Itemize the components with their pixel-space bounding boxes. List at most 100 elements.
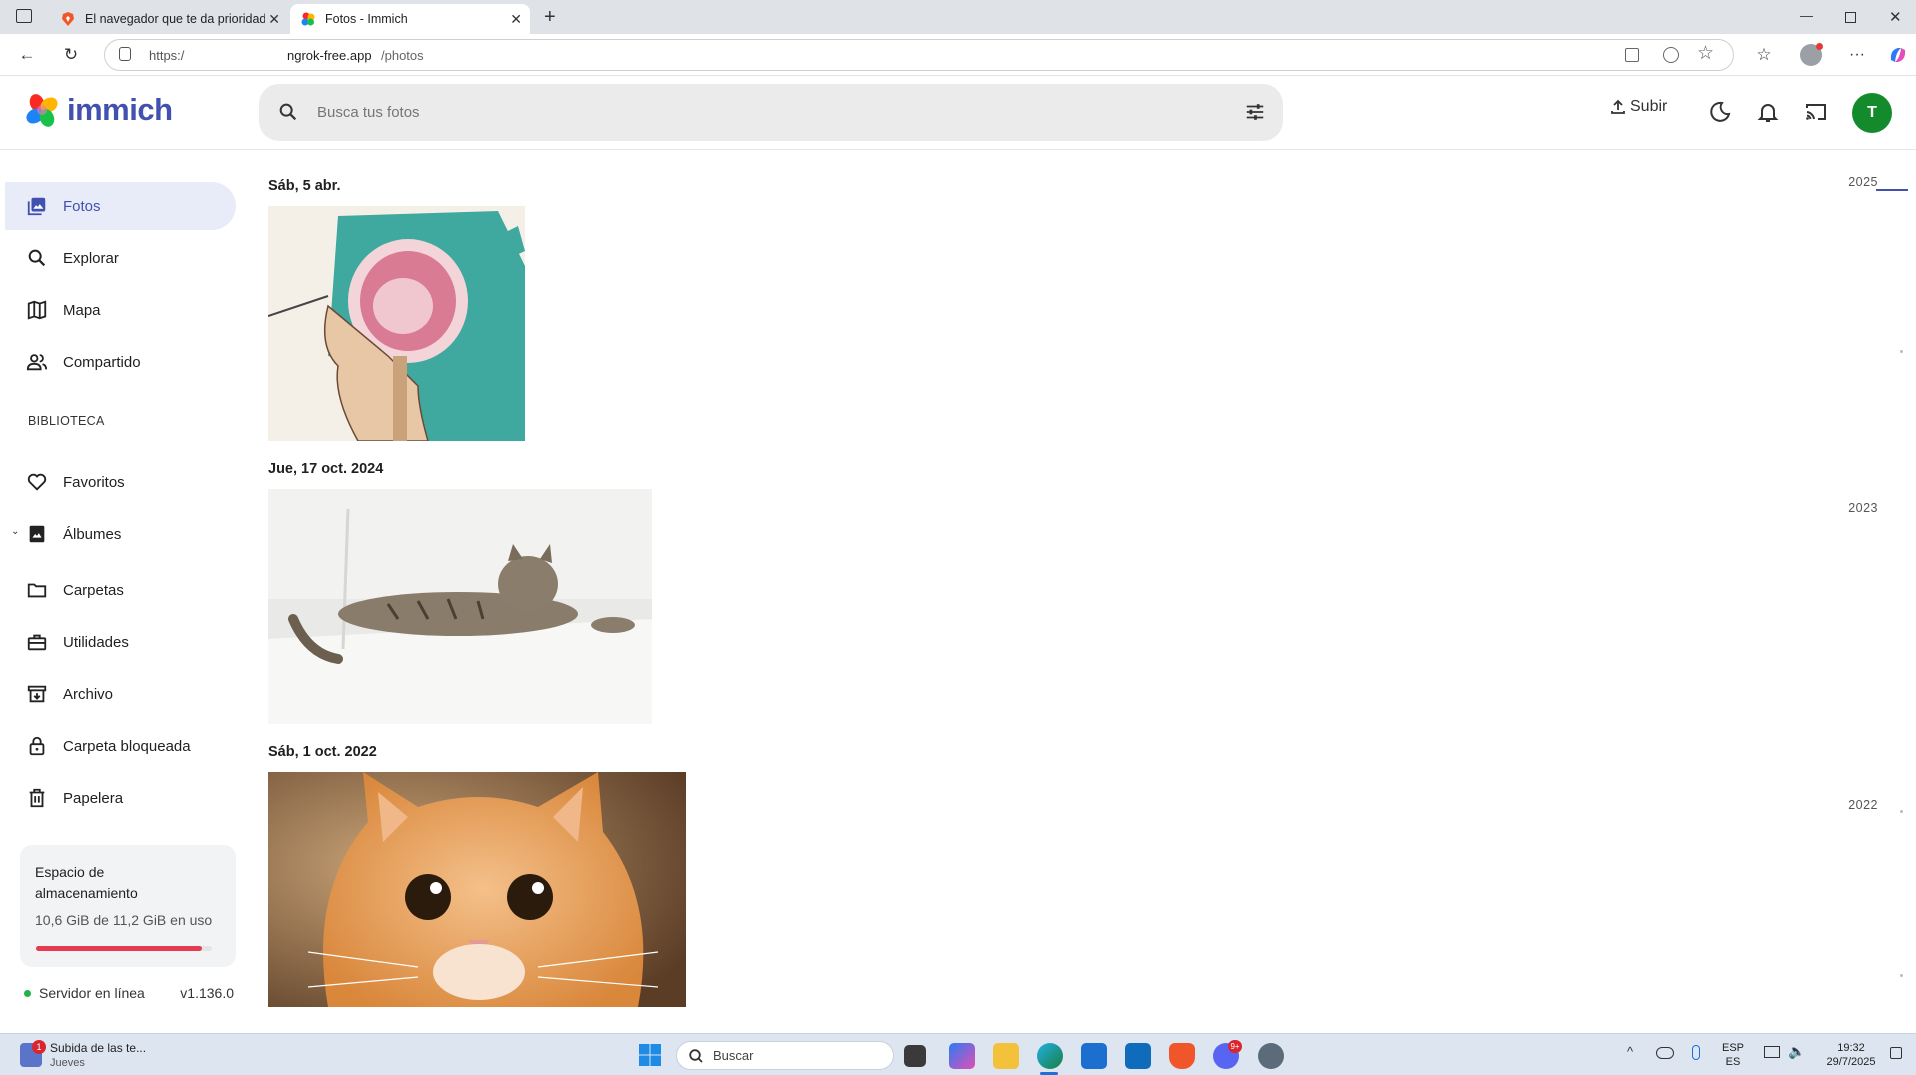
close-tab-icon[interactable]: ✕ <box>268 11 280 28</box>
windows-start-icon[interactable] <box>638 1043 662 1067</box>
photo-thumbnail[interactable] <box>268 489 652 724</box>
app-install-icon[interactable] <box>1625 48 1639 62</box>
copilot-app-icon[interactable] <box>949 1043 975 1069</box>
search-bar[interactable] <box>259 84 1283 141</box>
site-info-icon[interactable] <box>119 47 131 61</box>
sidebar-item-albumes[interactable]: Álbumes <box>5 510 236 558</box>
sidebar-item-papelera[interactable]: Papelera <box>5 774 236 822</box>
sidebar-item-label: Compartido <box>63 353 141 371</box>
upload-button[interactable]: Subir <box>1610 98 1667 116</box>
storage-card[interactable]: Espacio de almacenamiento 10,6 GiB de 11… <box>20 845 236 967</box>
windows-taskbar: 1 Subida de las te... Jueves Buscar 9+ ^… <box>0 1033 1916 1075</box>
user-avatar[interactable]: T <box>1852 93 1892 133</box>
date-group-header[interactable]: Jue, 17 oct. 2024 <box>268 461 383 477</box>
timeline-year-label[interactable]: 2022 <box>1848 798 1878 812</box>
date-group-header[interactable]: Sáb, 5 abr. <box>268 178 341 194</box>
photo-thumbnail[interactable] <box>268 772 686 1007</box>
sidebar-item-carpeta-bloqueada[interactable]: Carpeta bloqueada <box>5 722 236 770</box>
sidebar-item-explorar[interactable]: Explorar <box>5 234 236 282</box>
server-version: v1.136.0 <box>180 985 234 1001</box>
copilot-icon[interactable] <box>1887 44 1909 66</box>
brave-lion-icon <box>62 12 74 26</box>
volume-icon[interactable]: 🔈 <box>1788 1043 1805 1060</box>
sidebar-item-utilidades[interactable]: Utilidades <box>5 618 236 666</box>
timeline-scrubber-indicator[interactable] <box>1876 189 1908 191</box>
tab-immich[interactable]: Fotos - Immich ✕ <box>290 4 530 34</box>
folder-icon <box>27 583 47 598</box>
tab-title: Fotos - Immich <box>325 12 408 26</box>
close-window-icon[interactable]: ✕ <box>1889 8 1902 26</box>
sidebar-item-label: Archivo <box>63 685 114 703</box>
microphone-icon[interactable] <box>1692 1045 1700 1060</box>
sidebar-item-label: Carpetas <box>63 581 124 599</box>
minimize-icon[interactable]: — <box>1800 8 1813 23</box>
favorite-star-icon[interactable]: ☆ <box>1697 42 1714 65</box>
search-input[interactable] <box>317 98 1117 126</box>
sidebar-item-fotos[interactable]: Fotos <box>5 182 236 230</box>
trash-icon <box>29 788 45 808</box>
sidebar-item-compartido[interactable]: Compartido <box>5 338 236 386</box>
notification-center-icon[interactable] <box>1890 1047 1902 1059</box>
input-language[interactable]: ESP ES <box>1722 1041 1744 1069</box>
notification-title[interactable]: Subida de las te... <box>50 1041 146 1055</box>
search-icon[interactable] <box>277 101 299 123</box>
dark-mode-icon[interactable] <box>1708 100 1732 124</box>
cast-icon[interactable] <box>1804 100 1828 124</box>
heart-icon <box>27 473 47 491</box>
online-dot-icon <box>24 989 31 997</box>
storage-title: Espacio de almacenamiento <box>35 864 138 901</box>
profile-alert-dot <box>1816 43 1823 50</box>
close-tab-icon[interactable]: ✕ <box>510 11 522 28</box>
sidebar-item-mapa[interactable]: Mapa <box>5 286 236 334</box>
clock[interactable]: 19:32 29/7/2025 <box>1818 1041 1884 1069</box>
timeline-year-label[interactable]: 2023 <box>1848 501 1878 515</box>
notification-bell-icon[interactable] <box>1756 100 1780 124</box>
storage-bar-fill <box>36 946 203 951</box>
new-tab-icon[interactable]: + <box>544 6 556 29</box>
photo-thumbnail[interactable] <box>268 206 525 441</box>
archive-icon <box>27 685 47 703</box>
album-icon <box>29 525 45 543</box>
filter-tune-icon[interactable] <box>1244 101 1266 123</box>
orange-cat-closeup <box>268 772 686 1007</box>
sidebar-item-archivo[interactable]: Archivo <box>5 670 236 718</box>
toolbox-icon <box>27 634 47 651</box>
notification-subtitle: Jueves <box>50 1057 85 1069</box>
date-group-header[interactable]: Sáb, 1 oct. 2022 <box>268 744 377 760</box>
taskbar-search[interactable]: Buscar <box>676 1041 894 1070</box>
tab-actions-icon[interactable] <box>16 9 32 23</box>
ms-store-icon[interactable] <box>1081 1043 1107 1069</box>
sidebar-item-favoritos[interactable]: Favoritos <box>5 458 236 506</box>
network-icon[interactable] <box>1764 1046 1780 1058</box>
immich-logo-icon[interactable] <box>24 92 60 128</box>
file-explorer-icon[interactable] <box>993 1043 1019 1069</box>
settings-gear-icon[interactable] <box>1258 1043 1284 1069</box>
more-icon[interactable]: ··· <box>1846 44 1868 66</box>
reader-icon[interactable] <box>1663 47 1679 63</box>
sidebar-item-label: Utilidades <box>63 633 129 651</box>
photos-icon <box>27 197 46 216</box>
task-view-icon[interactable] <box>904 1045 926 1067</box>
favorites-icon[interactable]: ☆ <box>1753 44 1775 66</box>
sidebar-item-carpetas[interactable]: Carpetas <box>5 566 236 614</box>
tab-brave[interactable]: El navegador que te da prioridad ✕ <box>48 4 288 34</box>
brain-illustration <box>268 206 525 441</box>
notification-badge: 1 <box>32 1040 46 1054</box>
url-field[interactable]: https:/ ngrok-free.app /photos ☆ <box>104 39 1734 71</box>
lock-icon <box>29 736 45 756</box>
map-icon <box>27 300 47 320</box>
brave-browser-icon[interactable] <box>1169 1043 1195 1069</box>
address-bar: ← ↻ https:/ ngrok-free.app /photos ☆ ☆ ·… <box>0 34 1916 76</box>
app-name[interactable]: immich <box>67 92 173 128</box>
restore-icon[interactable] <box>1845 12 1856 23</box>
edge-browser-icon[interactable] <box>1037 1043 1063 1069</box>
search-icon <box>28 249 46 267</box>
server-status-label: Servidor en línea <box>39 985 145 1001</box>
library-section-title: BIBLIOTECA <box>28 414 105 428</box>
onedrive-icon[interactable] <box>1656 1047 1674 1059</box>
tray-overflow-icon[interactable]: ^ <box>1627 1044 1633 1059</box>
timeline-year-label[interactable]: 2025 <box>1848 175 1878 189</box>
reload-icon[interactable]: ↻ <box>60 44 82 66</box>
back-icon[interactable]: ← <box>16 44 38 66</box>
outlook-icon[interactable] <box>1125 1043 1151 1069</box>
